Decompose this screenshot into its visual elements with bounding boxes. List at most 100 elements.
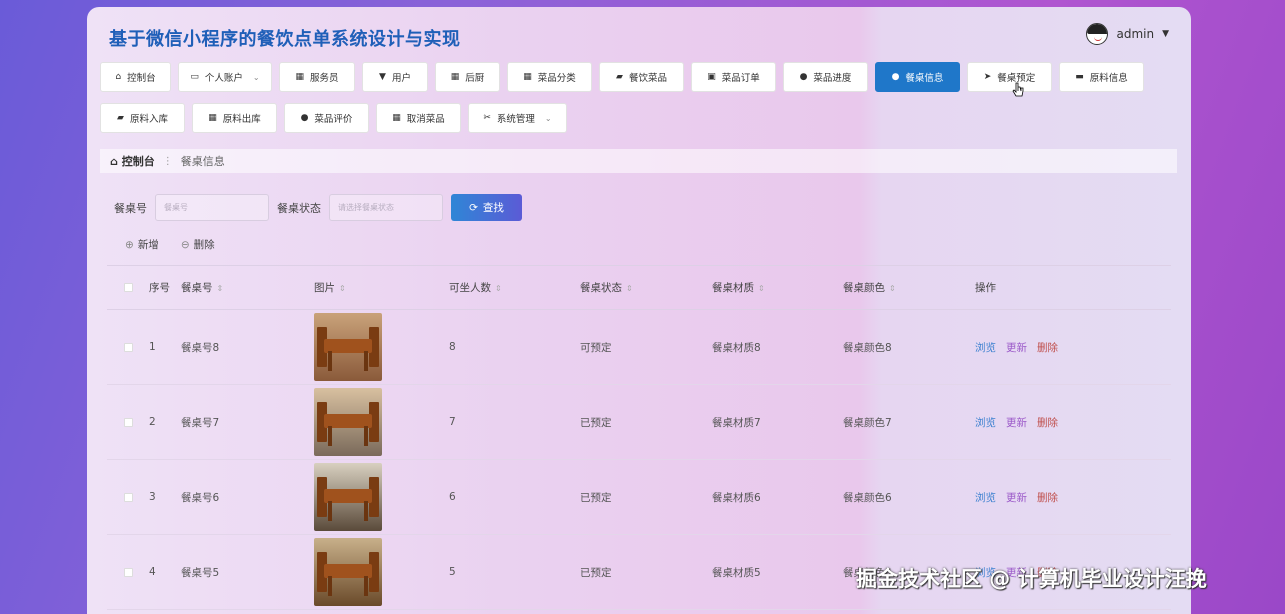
nav-item-label: 菜品进度 <box>813 73 852 84</box>
breadcrumb-home[interactable]: ⌂ 控制台 <box>110 153 155 169</box>
nav-item-label: 菜品订单 <box>721 73 760 84</box>
minus-circle-icon: ⊖ <box>180 238 190 251</box>
home-icon: ⌂ <box>110 155 118 168</box>
table-photo[interactable] <box>314 463 382 531</box>
plus-circle-icon: ⊕ <box>125 238 134 251</box>
view-link[interactable]: 浏览 <box>975 340 996 355</box>
nav-item-7[interactable]: ▣ 菜品订单 <box>691 62 776 92</box>
cell-index: 2 <box>149 416 156 428</box>
cell-index: 4 <box>149 566 156 578</box>
cell-color: 餐桌颜色8 <box>843 341 892 354</box>
delete-button[interactable]: ⊖ 删除 <box>181 237 215 252</box>
nav-item-5[interactable]: ▦ 菜品分类 <box>507 62 592 92</box>
nav-item-11[interactable]: ▬ 原料信息 <box>1059 62 1144 92</box>
breadcrumb-current: 餐桌信息 <box>180 155 225 168</box>
breadcrumb: ⌂ 控制台 ⋮ 餐桌信息 <box>100 149 1177 173</box>
table-no-input[interactable] <box>155 194 269 221</box>
row-checkbox[interactable] <box>123 417 133 427</box>
cell-material: 餐桌材质5 <box>712 566 761 579</box>
cell-table-no: 餐桌号8 <box>181 341 220 354</box>
status-select[interactable] <box>329 194 443 221</box>
table-photo[interactable] <box>314 388 382 456</box>
nav-item-10[interactable]: ➤ 餐桌预定 <box>967 62 1052 92</box>
nav-item-label: 控制台 <box>127 73 156 84</box>
nav-item-12[interactable]: ▰ 原料入库 <box>100 103 185 133</box>
cell-seats: 7 <box>449 416 456 428</box>
grid-icon: ▦ <box>523 72 532 82</box>
nav-item-1[interactable]: ▭ 个人账户 ⌄ <box>178 62 272 92</box>
nav-item-2[interactable]: ▦ 服务员 <box>279 62 355 92</box>
col-image[interactable]: 图片 ⇕ <box>314 280 449 295</box>
nav-item-3[interactable]: ▼ 用户 <box>362 62 428 92</box>
col-table-no[interactable]: 餐桌号 ⇕ <box>181 280 314 295</box>
table-row: 2 餐桌号7 7 已预定 餐桌材质7 餐桌颜色7 浏览 更新 删除 <box>107 385 1171 460</box>
nav-item-9[interactable]: ● 餐桌信息 <box>875 62 960 92</box>
nav-item-label: 原料信息 <box>1089 73 1128 84</box>
cell-table-no: 餐桌号5 <box>181 566 220 579</box>
cell-actions: 浏览 更新 删除 <box>975 490 1095 505</box>
delete-link[interactable]: 删除 <box>1037 415 1058 430</box>
cell-status: 已预定 <box>580 566 612 579</box>
nav-item-13[interactable]: ▦ 原料出库 <box>192 103 277 133</box>
col-seats[interactable]: 可坐人数 ⇕ <box>449 280 580 295</box>
user-icon: ● <box>300 113 309 123</box>
edit-link[interactable]: 更新 <box>1006 490 1027 505</box>
clipboard-icon: ▣ <box>707 72 716 82</box>
col-material[interactable]: 餐桌材质 ⇕ <box>712 280 843 295</box>
nav-item-label: 餐桌信息 <box>905 73 944 84</box>
avatar <box>1086 23 1109 45</box>
col-index: 序号 <box>149 281 170 294</box>
nav-item-label: 原料出库 <box>222 114 261 125</box>
grid-icon: ▦ <box>295 72 304 82</box>
row-checkbox[interactable] <box>123 342 133 352</box>
nav-item-14[interactable]: ● 菜品评价 <box>284 103 369 133</box>
nav-item-8[interactable]: ● 菜品进度 <box>783 62 868 92</box>
cell-index: 1 <box>149 341 156 353</box>
col-status[interactable]: 餐桌状态 ⇕ <box>580 280 712 295</box>
toolbar-actions: ⊕ 新增 ⊖ 删除 <box>125 237 215 252</box>
nav-item-label: 用户 <box>391 73 411 84</box>
edit-link[interactable]: 更新 <box>1006 415 1027 430</box>
caret-down-icon: ▼ <box>1162 29 1169 39</box>
table-photo[interactable] <box>314 313 382 381</box>
cell-table-no: 餐桌号6 <box>181 491 220 504</box>
row-checkbox[interactable] <box>123 567 133 577</box>
nav-item-0[interactable]: ⌂ 控制台 <box>100 62 171 92</box>
delete-link[interactable]: 删除 <box>1037 340 1058 355</box>
nav-item-label: 服务员 <box>310 73 339 84</box>
user-menu[interactable]: admin ▼ <box>1086 23 1169 45</box>
data-table: 序号 餐桌号 ⇕ 图片 ⇕ 可坐人数 ⇕ 餐桌状态 ⇕ 餐桌材质 ⇕ 餐桌颜色 ⇕ 操作 1… <box>107 265 1171 610</box>
account-icon: ▭ <box>190 72 199 82</box>
view-link[interactable]: 浏览 <box>975 490 996 505</box>
row-checkbox[interactable] <box>123 492 133 502</box>
nav-item-label: 系统管理 <box>496 114 535 125</box>
cell-actions: 浏览 更新 删除 <box>975 415 1095 430</box>
col-actions: 操作 <box>975 282 996 294</box>
grid-icon: ▦ <box>392 113 401 123</box>
status-label: 餐桌状态 <box>277 201 321 215</box>
edit-link[interactable]: 更新 <box>1006 340 1027 355</box>
cell-material: 餐桌材质7 <box>712 416 761 429</box>
search-button[interactable]: ⟳ 查找 <box>451 194 522 221</box>
nav-item-6[interactable]: ▰ 餐饮菜品 <box>599 62 684 92</box>
view-link[interactable]: 浏览 <box>975 415 996 430</box>
send-icon: ➤ <box>983 72 992 82</box>
nav-item-label: 原料入库 <box>129 114 168 125</box>
gear-icon: ✂ <box>483 113 491 123</box>
nav-item-label: 个人账户 <box>204 73 243 84</box>
cell-color: 餐桌颜色7 <box>843 416 892 429</box>
nav-item-16[interactable]: ✂ 系统管理 ⌄ <box>468 103 567 133</box>
delete-link[interactable]: 删除 <box>1037 490 1058 505</box>
user-icon: ● <box>891 72 900 82</box>
nav-item-15[interactable]: ▦ 取消菜品 <box>376 103 461 133</box>
nav-item-label: 菜品评价 <box>314 114 353 125</box>
main-panel: 基于微信小程序的餐饮点单系统设计与实现 admin ▼ ⌂ 控制台 ▭ 个人账户 ⌄ ▦ 服… <box>87 7 1191 614</box>
username: admin <box>1116 27 1155 41</box>
table-photo[interactable] <box>314 538 382 606</box>
add-button[interactable]: ⊕ 新增 <box>125 237 159 252</box>
nav-item-4[interactable]: ▦ 后厨 <box>435 62 500 92</box>
cell-status: 可预定 <box>580 341 612 354</box>
col-color[interactable]: 餐桌颜色 ⇕ <box>843 280 975 295</box>
monitor-icon: ▬ <box>1075 72 1084 82</box>
select-all-checkbox[interactable] <box>123 283 133 292</box>
